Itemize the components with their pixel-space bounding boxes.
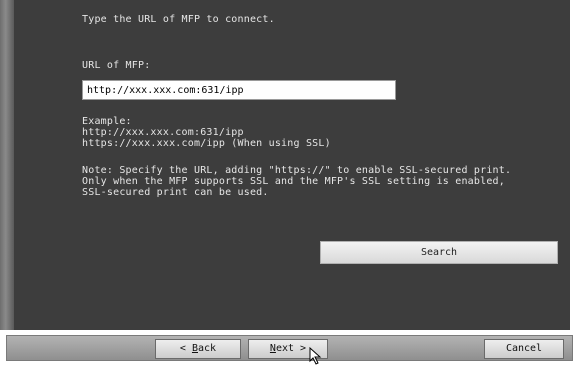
dialog-window: Type the URL of MFP to connect. URL of M… — [0, 0, 578, 365]
search-button[interactable]: Search — [320, 241, 558, 264]
example-url-2: https://xxx.xxx.com/ipp (When using SSL) — [82, 138, 331, 149]
next-button-label: ext > — [275, 343, 307, 354]
content-panel: Type the URL of MFP to connect. URL of M… — [14, 0, 570, 330]
wizard-button-bar: < Back Next > Cancel — [0, 330, 578, 365]
example-title: Example: — [82, 116, 132, 127]
note-line-1: Note: Specify the URL, adding "https://"… — [82, 165, 512, 176]
button-bar-panel: < Back Next > Cancel — [6, 335, 573, 361]
left-decorative-strip — [0, 0, 14, 330]
url-input[interactable] — [82, 80, 396, 100]
mouse-pointer-icon — [309, 347, 322, 365]
back-button[interactable]: < Back — [155, 339, 241, 359]
back-button-prefix: < — [179, 343, 192, 354]
back-button-label: ack — [198, 343, 217, 354]
note-line-2: Only when the MFP supports SSL and the M… — [82, 176, 505, 187]
example-url-1: http://xxx.xxx.com:631/ipp — [82, 127, 244, 138]
note-line-3: SSL-secured print can be used. — [82, 187, 269, 198]
cancel-button[interactable]: Cancel — [484, 339, 564, 359]
right-edge — [570, 0, 578, 330]
instruction-heading: Type the URL of MFP to connect. — [82, 14, 275, 25]
url-label: URL of MFP: — [82, 60, 151, 71]
